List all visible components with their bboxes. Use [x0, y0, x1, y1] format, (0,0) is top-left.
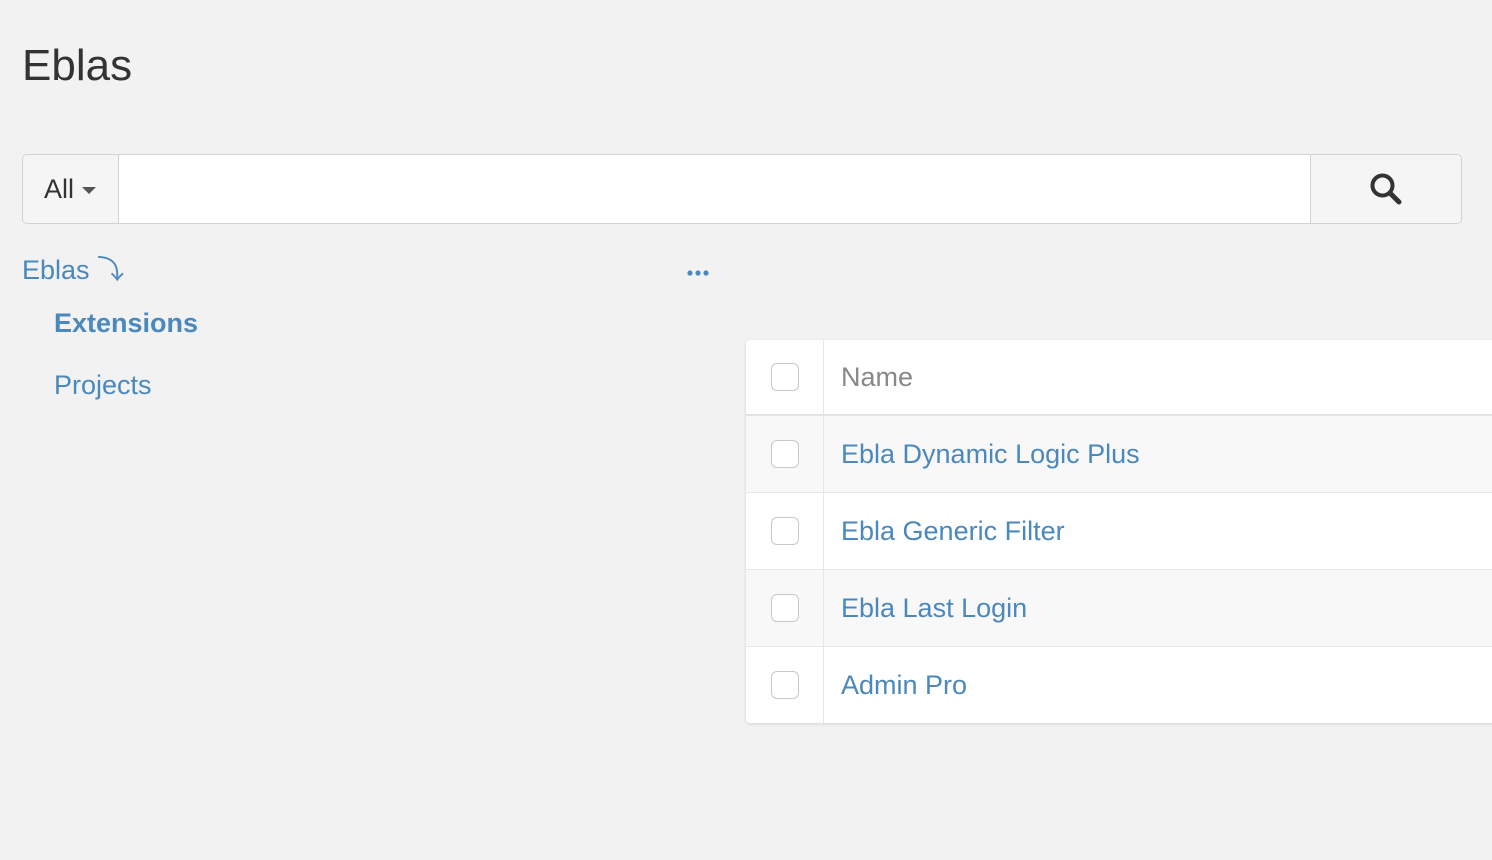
row-select-cell	[746, 416, 824, 492]
row-checkbox[interactable]	[770, 594, 799, 622]
record-name-link[interactable]: Ebla Generic Filter	[841, 516, 1065, 547]
table-row: Ebla Last Login	[746, 569, 1492, 646]
row-select-cell	[746, 493, 824, 569]
more-options-button[interactable]	[686, 254, 710, 282]
sort-arrow-icon: ⤵	[97, 255, 125, 285]
table-row: Ebla Generic Filter	[746, 492, 1492, 569]
record-name-link[interactable]: Ebla Last Login	[841, 593, 1027, 624]
records-table: Name Ebla Dynamic Logic Plus Ebla Generi…	[746, 340, 1492, 723]
sidebar-nav: Extensions Projects	[54, 304, 198, 412]
search-bar: All	[22, 154, 1462, 224]
more-horizontal-icon	[687, 270, 709, 276]
select-all-cell	[746, 340, 824, 414]
record-name-link[interactable]: Ebla Dynamic Logic Plus	[841, 439, 1140, 470]
sidebar-item-projects[interactable]: Projects	[54, 358, 198, 412]
record-name-link[interactable]: Admin Pro	[841, 670, 967, 701]
breadcrumb[interactable]: Eblas ⤵	[22, 252, 124, 288]
table-header-row: Name	[746, 340, 1492, 415]
page-title: Eblas	[22, 41, 133, 90]
search-icon	[1370, 173, 1402, 205]
caret-down-icon	[82, 187, 97, 194]
search-input[interactable]	[119, 155, 1310, 223]
breadcrumb-label: Eblas	[22, 255, 90, 285]
column-header-name[interactable]: Name	[824, 340, 1492, 414]
row-checkbox[interactable]	[770, 671, 799, 699]
sidebar-item-extensions[interactable]: Extensions	[54, 304, 198, 342]
table-row: Ebla Dynamic Logic Plus	[746, 415, 1492, 492]
select-all-checkbox[interactable]	[770, 363, 799, 391]
row-checkbox[interactable]	[770, 440, 799, 468]
scope-dropdown-label: All	[44, 173, 75, 204]
row-checkbox[interactable]	[770, 517, 799, 545]
row-select-cell	[746, 647, 824, 723]
search-button[interactable]	[1310, 155, 1461, 223]
table-row: Admin Pro	[746, 646, 1492, 723]
scope-dropdown[interactable]: All	[23, 155, 119, 223]
row-select-cell	[746, 570, 824, 646]
